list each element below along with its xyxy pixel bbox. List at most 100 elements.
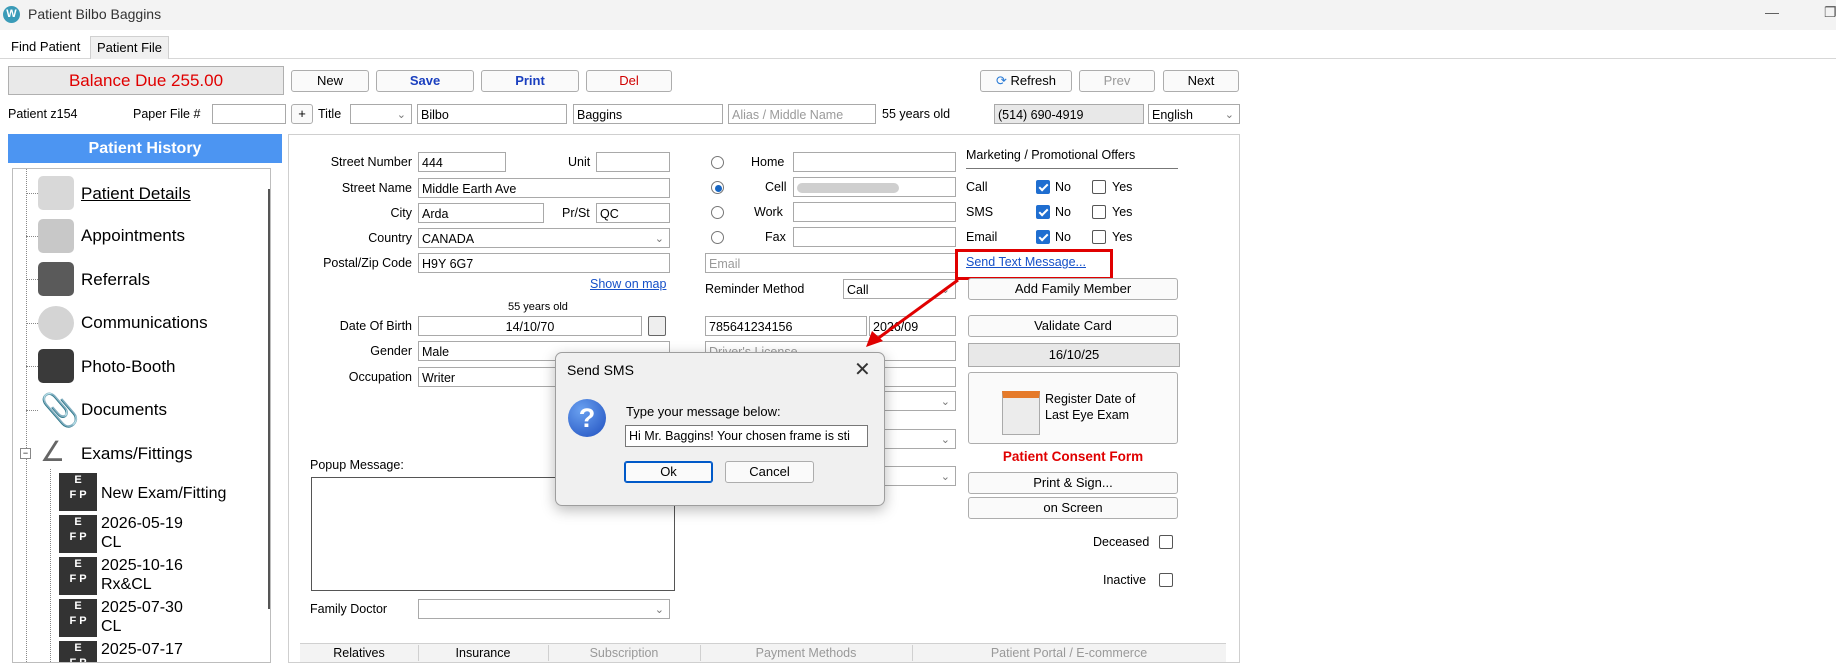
sms-yes-checkbox[interactable]: [1092, 205, 1106, 219]
next-button[interactable]: Next: [1163, 70, 1239, 92]
tab-patient-file[interactable]: Patient File: [90, 36, 170, 59]
show-on-map-link[interactable]: Show on map: [590, 277, 666, 291]
exam-date: 2025-10-16: [101, 557, 183, 574]
print-button[interactable]: Print: [481, 70, 579, 92]
sms-no-checkbox[interactable]: [1036, 205, 1050, 219]
save-button[interactable]: Save: [376, 70, 474, 92]
exam-icon: EF P: [59, 515, 97, 553]
family-doctor-select[interactable]: ⌄: [418, 599, 670, 619]
sidebar-item-patient-details[interactable]: Patient Details: [81, 184, 191, 204]
tab-find-patient[interactable]: Find Patient: [5, 36, 86, 58]
app-logo-icon: W: [3, 6, 20, 23]
postal-input[interactable]: H9Y 6G7: [418, 253, 670, 273]
sidebar-item-photo-booth[interactable]: Photo-Booth: [81, 357, 176, 377]
exam-date: 2025-07-17: [101, 641, 183, 658]
delete-button[interactable]: Del: [586, 70, 672, 92]
inactive-checkbox[interactable]: [1159, 573, 1173, 587]
prev-button[interactable]: Prev: [1079, 70, 1155, 92]
exam-item[interactable]: 2025-10-16 Rx&CL: [101, 556, 183, 594]
collapse-icon[interactable]: −: [20, 448, 31, 459]
tab-subscription[interactable]: Subscription: [548, 645, 701, 661]
sidebar-item-appointments[interactable]: Appointments: [81, 226, 185, 246]
chart-line-icon: ∠: [40, 436, 66, 467]
marketing-call-label: Call: [966, 180, 988, 194]
sidebar-item-exams-fittings[interactable]: Exams/Fittings: [81, 444, 192, 464]
email-input[interactable]: Email: [705, 253, 956, 273]
alias-input[interactable]: Alias / Middle Name: [728, 104, 876, 124]
scrollbar[interactable]: [268, 189, 270, 609]
send-text-message-link[interactable]: Send Text Message...: [966, 255, 1086, 269]
print-sign-button[interactable]: Print & Sign...: [968, 472, 1178, 494]
cell-radio[interactable]: [711, 181, 724, 194]
tree-line: [26, 366, 38, 367]
deceased-checkbox[interactable]: [1159, 535, 1173, 549]
last-name-input[interactable]: Baggins: [573, 104, 723, 124]
exam-item[interactable]: 2026-05-19 CL: [101, 514, 183, 552]
street-number-input[interactable]: 444: [418, 152, 506, 172]
reminder-method-select[interactable]: Call ⌄: [843, 279, 956, 299]
exam-item[interactable]: 2025-07-17: [101, 640, 183, 659]
sms-message-input[interactable]: Hi Mr. Baggins! Your chosen frame is sti: [625, 425, 868, 447]
patient-history-panel: Patient Details Appointments Referrals C…: [12, 168, 271, 663]
sidebar-item-documents[interactable]: Documents: [81, 400, 167, 420]
cancel-button[interactable]: Cancel: [725, 461, 814, 483]
country-select[interactable]: CANADA ⌄: [418, 228, 670, 248]
cell-phone-input[interactable]: [793, 177, 956, 197]
close-icon[interactable]: ✕: [854, 357, 871, 382]
new-exam-item[interactable]: New Exam/Fitting: [101, 485, 226, 503]
title-select[interactable]: ⌄: [350, 104, 412, 124]
register-exam-button[interactable]: Register Date of Last Eye Exam: [968, 372, 1178, 444]
language-value: English: [1152, 108, 1193, 122]
divider: [966, 168, 1178, 169]
call-yes-checkbox[interactable]: [1092, 180, 1106, 194]
restore-icon[interactable]: ❐: [1824, 4, 1836, 21]
dob-input[interactable]: 14/10/70: [418, 316, 642, 336]
tab-insurance[interactable]: Insurance: [418, 645, 549, 661]
refresh-button[interactable]: ⟳ Refresh: [980, 70, 1072, 92]
phone-display: (514) 690-4919: [994, 104, 1144, 124]
paper-file-label: Paper File #: [133, 107, 201, 121]
sidebar-item-referrals[interactable]: Referrals: [81, 270, 150, 290]
home-radio[interactable]: [711, 156, 724, 169]
validate-card-button[interactable]: Validate Card: [968, 315, 1178, 337]
ok-button[interactable]: Ok: [624, 461, 713, 483]
city-input[interactable]: Arda: [418, 203, 544, 223]
health-card-input[interactable]: 785641234156: [705, 316, 867, 336]
reminder-value: Call: [847, 283, 869, 297]
fax-input[interactable]: [793, 227, 956, 247]
work-phone-input[interactable]: [793, 202, 956, 222]
fax-radio[interactable]: [711, 231, 724, 244]
question-icon: ?: [568, 399, 606, 437]
exam-type: CL: [101, 618, 122, 635]
prst-input[interactable]: QC: [596, 203, 670, 223]
sms-no-label: No: [1055, 205, 1071, 219]
add-family-member-button[interactable]: Add Family Member: [968, 278, 1178, 300]
first-name-input[interactable]: Bilbo: [417, 104, 567, 124]
card-expiry-input[interactable]: 2026/09: [869, 316, 956, 336]
unit-input[interactable]: [596, 152, 670, 172]
sidebar-item-communications[interactable]: Communications: [81, 313, 208, 333]
calendar-icon[interactable]: [648, 316, 666, 336]
add-paper-file-button[interactable]: +: [291, 104, 313, 124]
language-select[interactable]: English ⌄: [1148, 104, 1240, 124]
street-name-input[interactable]: Middle Earth Ave: [418, 178, 670, 198]
on-screen-button[interactable]: on Screen: [968, 497, 1178, 519]
paper-file-input[interactable]: [212, 104, 286, 124]
work-radio[interactable]: [711, 206, 724, 219]
email-no-checkbox[interactable]: [1036, 230, 1050, 244]
patient-history-header: Patient History: [8, 134, 282, 163]
tab-bar: [0, 33, 1836, 59]
tab-patient-portal[interactable]: Patient Portal / E-commerce: [912, 645, 1226, 661]
home-phone-input[interactable]: [793, 152, 956, 172]
tab-relatives[interactable]: Relatives: [300, 645, 419, 661]
tab-payment-methods[interactable]: Payment Methods: [700, 645, 913, 661]
chevron-down-icon: ⌄: [940, 434, 950, 446]
chevron-down-icon: ⌄: [396, 109, 406, 121]
email-yes-checkbox[interactable]: [1092, 230, 1106, 244]
call-no-checkbox[interactable]: [1036, 180, 1050, 194]
exam-type: Rx&CL: [101, 576, 152, 593]
new-button[interactable]: New: [291, 70, 369, 92]
exam-item[interactable]: 2025-07-30 CL: [101, 598, 183, 636]
minimize-icon[interactable]: —: [1765, 4, 1779, 20]
marketing-sms-label: SMS: [966, 205, 994, 219]
